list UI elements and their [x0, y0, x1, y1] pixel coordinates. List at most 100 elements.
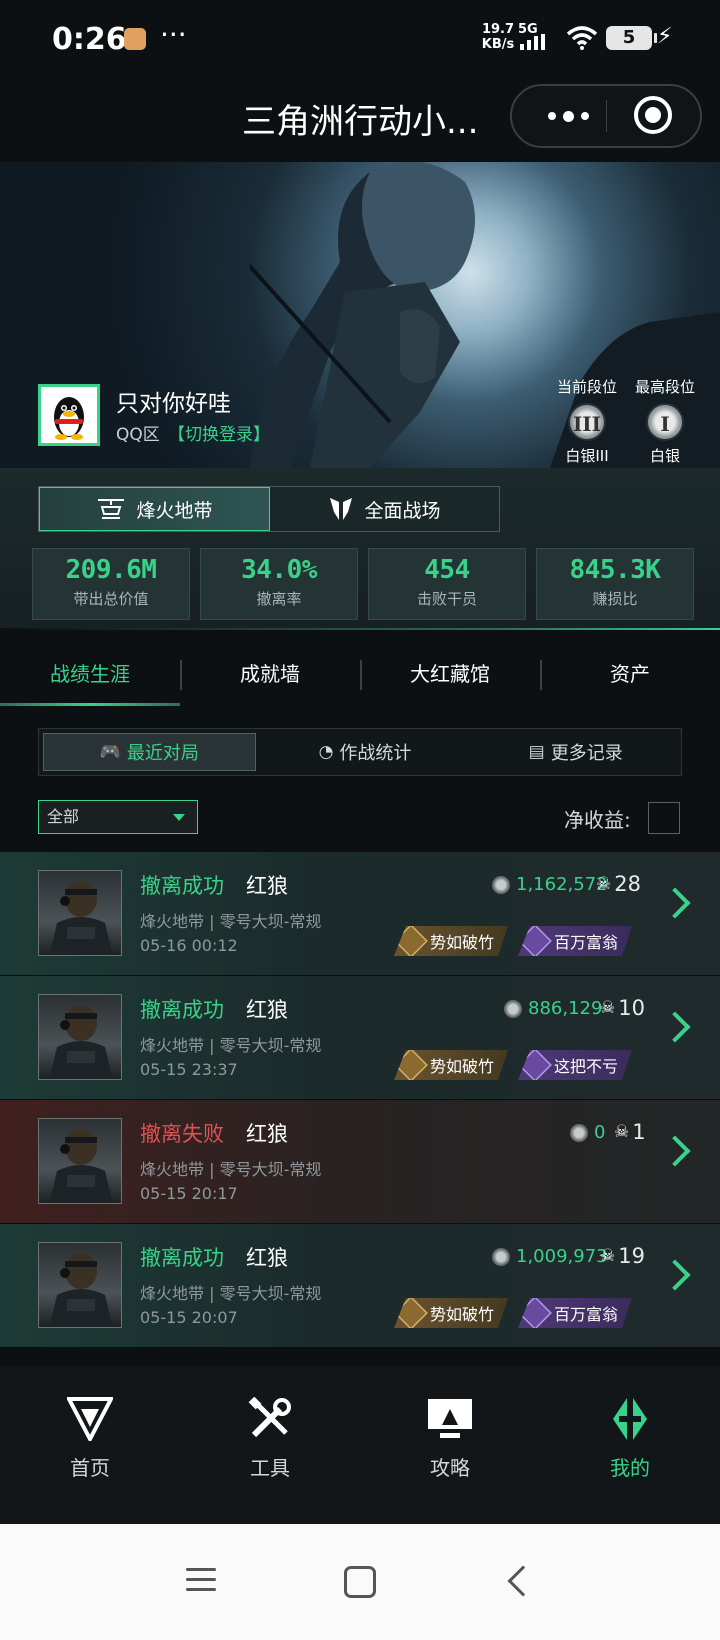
- notification-app-icon: [124, 28, 146, 50]
- guide-monitor-icon: [428, 1399, 472, 1438]
- mini-program-nav-bar: 三角洲行动小...: [0, 80, 720, 162]
- match-time: 05-15 23:37: [140, 1060, 238, 1079]
- match-kills: ☠ 28: [596, 872, 641, 896]
- match-time: 05-16 00:12: [140, 936, 238, 955]
- match-row[interactable]: 撤离失败 红狼 烽火地带 | 零号大坝-常规 05-15 20:17 0 ☠ 1: [0, 1100, 720, 1224]
- home-delta-icon: [67, 1397, 113, 1441]
- main-tabs: 战绩生涯 成就墙 大红藏馆 资产: [0, 646, 720, 706]
- match-value-amount: 1,162,572: [516, 874, 608, 895]
- highest-rank-value: 白银: [649, 447, 680, 465]
- tab-collection[interactable]: 大红藏馆: [360, 646, 540, 706]
- silver-rank-badge-icon: I: [646, 403, 684, 441]
- match-value-amount: 886,129: [528, 998, 603, 1019]
- match-row[interactable]: 撤离成功 红狼 烽火地带 | 零号大坝-常规 05-15 20:07 1,009…: [0, 1224, 720, 1348]
- stat-value: 454: [424, 555, 470, 585]
- mini-program-capsule: [510, 84, 702, 148]
- highest-rank: 最高段位 I 白银: [625, 376, 705, 466]
- wifi-icon: [566, 26, 598, 50]
- match-row[interactable]: 撤离成功 红狼 烽火地带 | 零号大坝-常规 05-16 00:12 1,162…: [0, 852, 720, 976]
- match-badges: 势如破竹 百万富翁: [394, 1298, 632, 1328]
- wing-emblem-icon: [330, 498, 353, 520]
- subtab-combat-stats[interactable]: ◔ 作战统计: [260, 729, 471, 775]
- more-notifications-icon: ···: [160, 18, 187, 51]
- match-badges: 势如破竹 百万富翁: [394, 926, 632, 956]
- match-badges: 势如破竹 这把不亏: [394, 1050, 632, 1080]
- status-bar: 0:26 ··· 19.7 KB/s 5G 5 ⚡: [0, 0, 720, 80]
- panel-divider: [0, 628, 720, 630]
- pie-chart-icon: ◔: [318, 742, 334, 762]
- close-mini-program-button[interactable]: [634, 96, 672, 134]
- bottom-navigation: 首页 工具 攻略 我的: [0, 1366, 720, 1524]
- operator-portrait: [38, 870, 122, 956]
- match-kills: ☠ 1: [614, 1120, 646, 1144]
- badge-no-loss: 这把不亏: [518, 1050, 632, 1080]
- network-speed-unit: KB/s: [481, 37, 515, 52]
- match-row[interactable]: 撤离成功 红狼 烽火地带 | 零号大坝-常规 05-15 23:37 886,1…: [0, 976, 720, 1100]
- current-rank-value: 白银III: [565, 447, 609, 465]
- tab-achievements[interactable]: 成就墙: [180, 646, 360, 706]
- badge-momentum: 势如破竹: [394, 1298, 508, 1328]
- nav-label: 我的: [610, 1456, 650, 1480]
- mode-tab-hazard-zone[interactable]: 烽火地带: [39, 487, 270, 531]
- stats-row: 209.6M 带出总价值 34.0% 撤离率 454 击败干员 845.3K 赚…: [32, 548, 694, 620]
- badge-label: 百万富翁: [554, 933, 619, 952]
- match-time: 05-15 20:17: [140, 1184, 238, 1203]
- gold-medal-icon: [394, 1296, 428, 1330]
- badge-momentum: 势如破竹: [394, 1050, 508, 1080]
- home-icon[interactable]: [344, 1566, 376, 1598]
- mode-tab-full-battlefield[interactable]: 全面战场: [270, 487, 499, 531]
- profile-hero-banner: 只对你好哇 QQ区 【切换登录】 当前段位 III 白银III 最高段位 I 白…: [0, 162, 720, 468]
- profile-name: 只对你好哇: [116, 391, 231, 417]
- purple-crystal-icon: [518, 924, 552, 958]
- recent-apps-icon[interactable]: [186, 1568, 216, 1598]
- match-kills-count: 28: [614, 872, 641, 896]
- stat-total-value: 209.6M 带出总价值: [32, 548, 190, 620]
- match-map: 烽火地带 | 零号大坝-常规: [140, 1160, 322, 1179]
- avatar[interactable]: [38, 384, 100, 446]
- nav-label: 工具: [250, 1456, 290, 1480]
- match-map: 烽火地带 | 零号大坝-常规: [140, 912, 322, 931]
- badge-label: 势如破竹: [430, 1057, 495, 1076]
- match-value-amount: 1,009,973: [516, 1246, 608, 1267]
- capsule-divider: [606, 100, 607, 132]
- stat-value: 845.3K: [569, 555, 661, 585]
- subtab-label: 最近对局: [126, 743, 199, 764]
- tab-assets[interactable]: 资产: [540, 646, 720, 706]
- subtab-label: 更多记录: [550, 743, 623, 764]
- stat-label: 撤离率: [256, 590, 302, 608]
- match-value: 886,129: [504, 998, 602, 1019]
- switch-login-link[interactable]: 【切换登录】: [168, 420, 270, 445]
- soldier-portrait-icon: [49, 1129, 113, 1203]
- nav-tools[interactable]: 工具: [180, 1366, 360, 1524]
- more-options-button[interactable]: [532, 88, 604, 144]
- network-speed: 19.7 KB/s: [478, 22, 518, 52]
- current-rank-label: 当前段位: [556, 378, 617, 396]
- tab-career[interactable]: 战绩生涯: [0, 646, 180, 706]
- document-icon: ▤: [528, 742, 545, 762]
- nav-mine[interactable]: 我的: [540, 1366, 720, 1524]
- match-filter-dropdown[interactable]: 全部: [38, 800, 198, 834]
- back-icon[interactable]: [507, 1565, 539, 1597]
- nav-guides[interactable]: 攻略: [360, 1366, 540, 1524]
- chevron-right-icon: [659, 1011, 691, 1043]
- soldier-portrait-icon: [49, 881, 113, 955]
- sub-tabs: 🎮 最近对局 ◔ 作战统计 ▤ 更多记录: [38, 728, 682, 776]
- match-kills-count: 10: [618, 996, 645, 1020]
- skull-icon: ☠: [600, 998, 616, 1018]
- subtab-label: 作战统计: [339, 743, 412, 764]
- operator-portrait: [38, 994, 122, 1080]
- mode-tab-label: 烽火地带: [136, 499, 213, 522]
- stat-extraction-rate: 34.0% 撤离率: [200, 548, 358, 620]
- match-kills: ☠ 19: [600, 1244, 645, 1268]
- net-income-checkbox[interactable]: [648, 802, 680, 834]
- subtab-more-records[interactable]: ▤ 更多记录: [470, 729, 681, 775]
- stat-operators-defeated: 454 击败干员: [368, 548, 526, 620]
- page-title: 三角洲行动小...: [242, 102, 479, 142]
- nav-home[interactable]: 首页: [0, 1366, 180, 1524]
- stat-label: 带出总价值: [73, 590, 149, 608]
- battery-icon: 5: [606, 26, 657, 50]
- helicopter-icon: [98, 499, 125, 519]
- subtab-recent-matches[interactable]: 🎮 最近对局: [43, 733, 256, 771]
- match-kills-count: 1: [632, 1120, 646, 1144]
- mode-tab-label: 全面战场: [364, 499, 441, 522]
